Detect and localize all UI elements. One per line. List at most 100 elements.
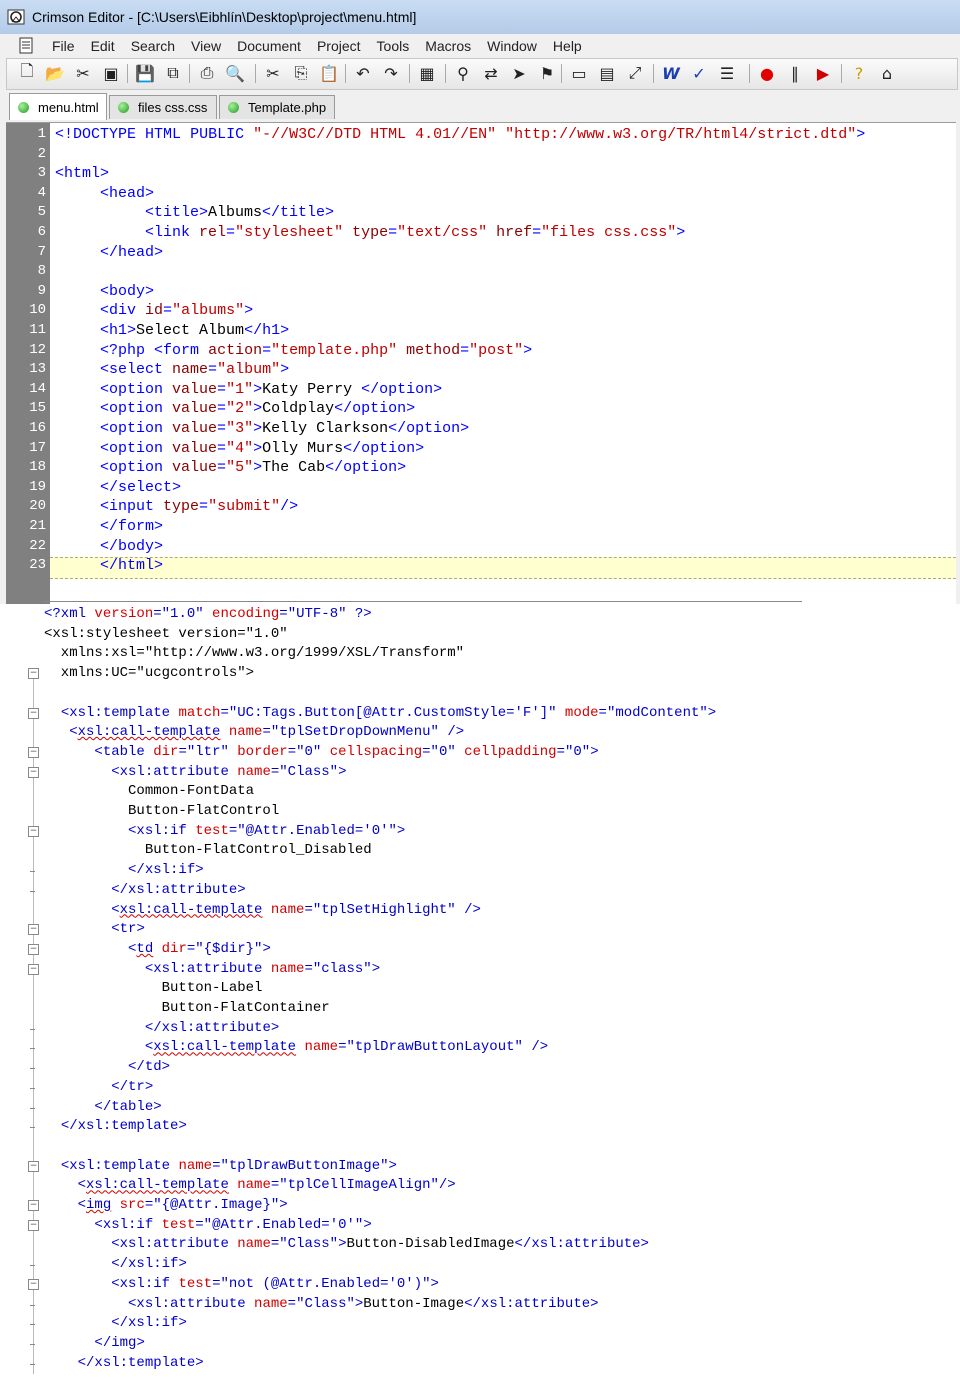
- goto-icon[interactable]: ➤: [509, 63, 529, 83]
- fold-toggle-icon[interactable]: −: [28, 943, 39, 955]
- window-icon[interactable]: ▭: [569, 63, 589, 83]
- menu-macros[interactable]: Macros: [417, 37, 479, 55]
- xsl-code-line: <xsl:call-template name="tplCellImageAli…: [77, 1177, 456, 1194]
- fold-end-marker: [30, 871, 35, 873]
- xsl-code-line: Button-Label: [44, 980, 263, 997]
- pause-icon[interactable]: ∥: [785, 63, 805, 83]
- menu-file[interactable]: File: [44, 37, 83, 55]
- fold-toggle-icon[interactable]: −: [28, 707, 39, 719]
- toolbar-separator: [653, 64, 654, 83]
- copy-icon[interactable]: ⎘: [291, 63, 311, 83]
- fold-toggle-icon[interactable]: −: [28, 1200, 39, 1211]
- fold-toggle-icon[interactable]: −: [28, 1219, 39, 1231]
- scissors-icon[interactable]: ✂: [263, 63, 283, 83]
- line-number: 8: [37, 263, 46, 280]
- code-line: <input type="submit"/>: [100, 498, 299, 516]
- xsl-code-line: <img src="{@Attr.Image}">: [77, 1197, 288, 1213]
- save-icon[interactable]: 💾: [135, 63, 155, 83]
- toolbar-separator: [409, 64, 410, 83]
- record-macro-icon[interactable]: ●: [757, 63, 777, 83]
- editor-window: Crimson Editor - [C:\Users\Eibhlín\Deskt…: [0, 0, 960, 605]
- spell-check-icon[interactable]: ✓: [689, 63, 709, 83]
- line-number: 4: [37, 184, 46, 201]
- xsl-code-line: xmlns:xsl="http://www.w3.org/1999/XSL/Tr…: [44, 645, 465, 662]
- open-icon[interactable]: ▣: [101, 63, 121, 83]
- xsl-code-line: <td dir="{$dir}">: [128, 940, 271, 957]
- tab-menu-html[interactable]: menu.html: [9, 93, 107, 120]
- column-mode-icon[interactable]: ▦: [417, 63, 437, 83]
- fold-toggle-icon[interactable]: −: [28, 766, 39, 778]
- file-status-icon: [228, 102, 239, 113]
- xsl-code-line: <xsl:attribute name="Class">: [111, 763, 347, 780]
- undo-icon[interactable]: ↶: [353, 63, 373, 83]
- fold-end-marker: [30, 1363, 35, 1365]
- replace-icon[interactable]: ⇄: [481, 63, 501, 83]
- toolbar-separator: [841, 64, 842, 83]
- fold-toggle-icon[interactable]: −: [28, 924, 39, 936]
- fold-toggle-icon[interactable]: −: [28, 963, 39, 975]
- fold-toggle-icon[interactable]: −: [28, 1160, 39, 1172]
- code-line: <title>Albums</title>: [145, 204, 335, 222]
- play-icon[interactable]: ▶: [813, 63, 833, 83]
- xsl-code-line: </xsl:if>: [111, 1315, 187, 1332]
- open-folder-icon[interactable]: 📂: [45, 63, 65, 83]
- fold-toggle-icon[interactable]: −: [28, 668, 39, 680]
- find-icon[interactable]: ⚲: [453, 63, 473, 83]
- line-number: 17: [29, 439, 46, 456]
- toolbar-separator: [749, 64, 750, 83]
- fold-toggle-icon[interactable]: −: [28, 746, 39, 758]
- help-icon[interactable]: ?: [849, 63, 869, 83]
- tab-template-php[interactable]: Template.php: [219, 95, 335, 119]
- fold-toggle-icon[interactable]: −: [28, 825, 39, 837]
- line-number: 11: [29, 322, 46, 338]
- code-line: <option value="2">Coldplay</option>: [100, 400, 416, 418]
- code-editor[interactable]: 1 2 3 4 5 6 7 8 9 10 11 12 13 14 15 16 17 18 19 20 21 22 23 <!…: [6, 122, 956, 605]
- menu-window[interactable]: Window: [479, 37, 545, 55]
- xsl-code-line: </img>: [94, 1334, 145, 1351]
- code-line: </select>: [100, 478, 182, 496]
- line-number: 21: [29, 518, 46, 534]
- paste-icon[interactable]: 📋: [319, 63, 339, 83]
- fullscreen-icon[interactable]: ⤢: [625, 63, 645, 83]
- title-bar: Crimson Editor - [C:\Users\Eibhlín\Deskt…: [0, 0, 960, 35]
- word-wrap-icon[interactable]: W: [661, 63, 681, 83]
- line-number: 20: [29, 498, 46, 515]
- menu-tools[interactable]: Tools: [369, 37, 418, 55]
- menu-view[interactable]: View: [183, 37, 229, 55]
- new-file-icon[interactable]: 🗋: [17, 61, 37, 83]
- menu-project[interactable]: Project: [309, 37, 369, 55]
- xsl-code-line: Button-FlatContainer: [44, 1000, 330, 1016]
- current-line-highlight: [50, 557, 956, 579]
- menu-document[interactable]: Document: [229, 37, 309, 55]
- xsl-code-line: </xsl:if>: [128, 862, 204, 879]
- tab-files-css[interactable]: files css.css: [109, 95, 217, 119]
- tile-icon[interactable]: ▤: [597, 63, 617, 83]
- menu-search[interactable]: Search: [123, 37, 183, 55]
- code-line: <h1>Select Album</h1>: [100, 322, 290, 339]
- line-number: 14: [29, 380, 46, 397]
- line-numbers-icon[interactable]: ☰: [717, 63, 737, 83]
- fold-toggle-icon[interactable]: −: [28, 1278, 39, 1290]
- fold-end-marker: [30, 1048, 35, 1050]
- print-preview-icon[interactable]: 🔍: [225, 63, 245, 83]
- save-all-icon[interactable]: ⧉: [163, 63, 183, 83]
- line-number: 10: [29, 302, 46, 319]
- home-icon[interactable]: ⌂: [877, 63, 897, 83]
- xsl-code-line: xmlns:UC="ucgcontrols">: [44, 665, 255, 682]
- bookmark-icon[interactable]: ⚑: [537, 63, 557, 83]
- menu-bar: File Edit Search View Document Project Tools Ma…: [0, 34, 960, 58]
- print-icon[interactable]: ⎙: [197, 63, 217, 83]
- document-icon[interactable]: [18, 37, 34, 54]
- cut-icon[interactable]: ✂: [73, 63, 93, 83]
- menu-edit[interactable]: Edit: [83, 37, 123, 55]
- line-number: 16: [29, 420, 46, 436]
- redo-icon[interactable]: ↷: [381, 63, 401, 83]
- menu-help[interactable]: Help: [545, 37, 590, 55]
- line-number: 6: [37, 224, 46, 240]
- code-line: <option value="3">Kelly Clarkson</option…: [100, 420, 470, 437]
- xsl-code-line: <xsl:attribute name="Class">Button-Disab…: [111, 1236, 649, 1253]
- fold-end-marker: [30, 1324, 35, 1326]
- fold-end-marker: [30, 1107, 35, 1109]
- toolbar-separator: [345, 64, 346, 83]
- code-line: </head>: [100, 243, 164, 261]
